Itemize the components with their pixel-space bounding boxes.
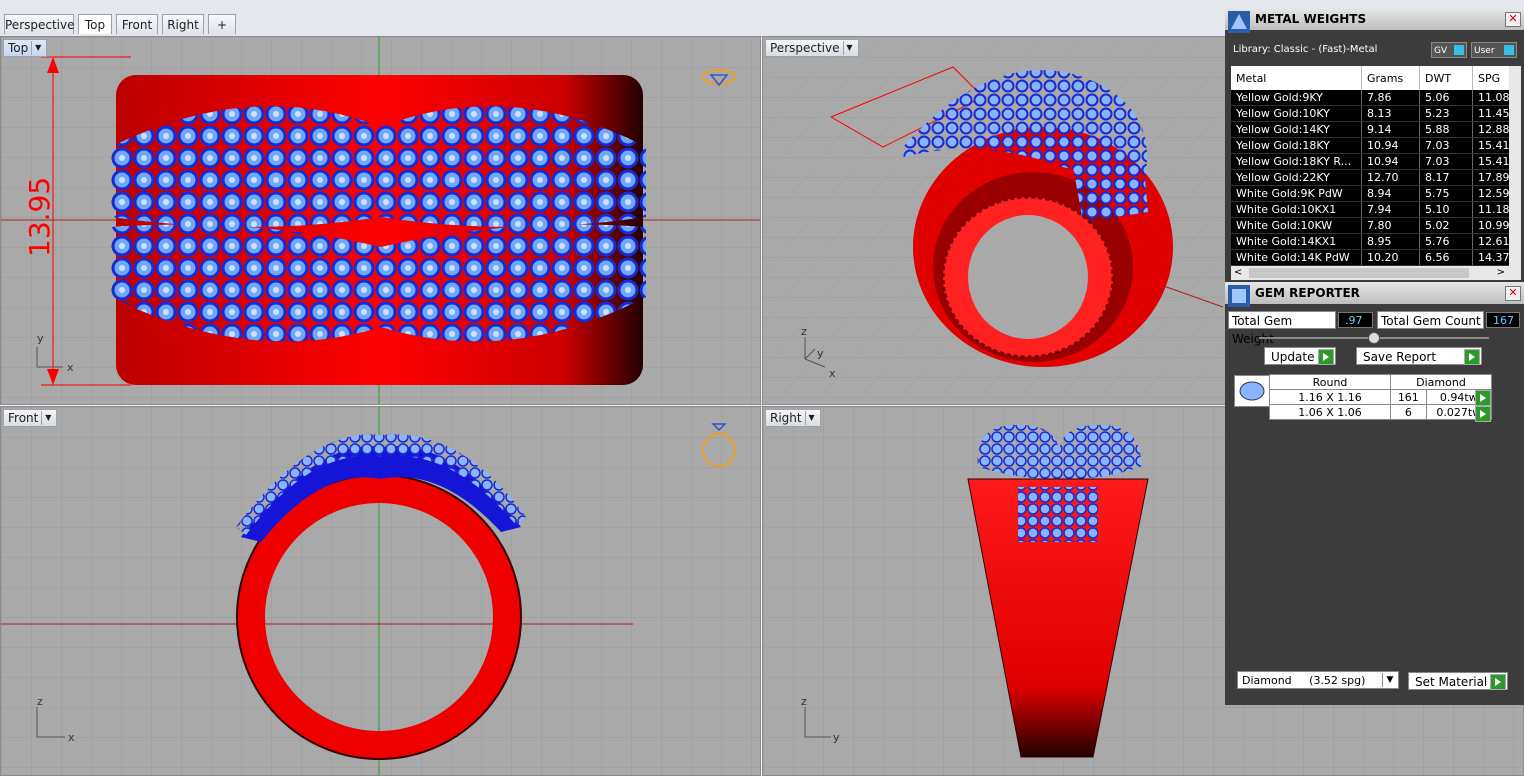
table-row[interactable]: White Gold:14KX1 8.95 5.76 12.61 bbox=[1231, 233, 1519, 250]
viewport-label-right[interactable]: Right ▼ bbox=[765, 409, 821, 427]
gem-material-header: Diamond bbox=[1390, 374, 1492, 390]
gem-reporter-titlebar: GEM REPORTER ✕ bbox=[1225, 282, 1524, 307]
viewport-label-top[interactable]: Top ▼ bbox=[3, 39, 48, 57]
add-viewport-icon[interactable]: + bbox=[208, 14, 236, 34]
metal-weights-titlebar: METAL WEIGHTS ✕ bbox=[1225, 8, 1524, 33]
table-row[interactable]: Yellow Gold:9KY 7.86 5.06 11.08 bbox=[1231, 90, 1519, 106]
dimension-label: 13.95 bbox=[23, 177, 56, 257]
table-row[interactable]: Yellow Gold:14KY 9.14 5.88 12.88 bbox=[1231, 121, 1519, 138]
svg-text:y: y bbox=[833, 731, 840, 744]
svg-text:y: y bbox=[817, 347, 824, 360]
total-gem-count-value: 167 bbox=[1486, 312, 1520, 328]
gem-table: Round Diamond 1.16 X 1.16 161 0.94tw 1.06 X… bbox=[1269, 374, 1493, 420]
play-icon bbox=[1464, 349, 1480, 365]
table-row[interactable]: Yellow Gold:22KY 12.70 8.17 17.89 bbox=[1231, 169, 1519, 186]
gem-shape-header: Round bbox=[1269, 374, 1391, 390]
close-icon[interactable]: ✕ bbox=[1505, 286, 1521, 301]
table-row[interactable]: 1.16 X 1.16 161 0.94tw bbox=[1269, 389, 1493, 405]
svg-text:x: x bbox=[67, 361, 74, 374]
horizontal-scrollbar[interactable]: < > bbox=[1231, 266, 1521, 280]
gem-row-1-play-icon[interactable] bbox=[1475, 390, 1491, 406]
vertical-scrollbar[interactable] bbox=[1509, 66, 1521, 266]
material-select[interactable]: Diamond (3.52 spg) ▼ bbox=[1237, 671, 1399, 689]
chevron-down-icon[interactable]: ▼ bbox=[41, 411, 54, 425]
svg-text:y: y bbox=[37, 332, 44, 345]
total-gem-count-label: Total Gem Count bbox=[1377, 311, 1484, 329]
metal-weights-panel: METAL WEIGHTS ✕ Library: Classic - (Fast… bbox=[1225, 8, 1524, 282]
svg-text:x: x bbox=[829, 367, 836, 380]
play-icon bbox=[1490, 674, 1506, 690]
svg-text:z: z bbox=[801, 695, 807, 708]
metal-weights-icon bbox=[1228, 11, 1250, 33]
tab-right[interactable]: Right bbox=[162, 14, 204, 34]
update-button[interactable]: Update bbox=[1264, 347, 1336, 365]
gem-shape-thumbnail[interactable] bbox=[1234, 375, 1270, 407]
gem-reporter-icon bbox=[1228, 285, 1250, 307]
set-material-button[interactable]: Set Material bbox=[1408, 672, 1508, 690]
table-row[interactable]: Yellow Gold:18KY 10.94 7.03 15.41 bbox=[1231, 137, 1519, 154]
table-row[interactable]: White Gold:10KX1 7.94 5.10 11.18 bbox=[1231, 201, 1519, 218]
close-icon[interactable]: ✕ bbox=[1505, 12, 1521, 27]
table-row[interactable]: White Gold:9K PdW 8.94 5.75 12.59 bbox=[1231, 185, 1519, 202]
tab-top[interactable]: Top bbox=[78, 14, 112, 34]
table-row[interactable]: White Gold:10KW 7.80 5.02 10.99 bbox=[1231, 217, 1519, 234]
table-row[interactable]: 1.06 X 1.06 6 0.027tw bbox=[1269, 404, 1493, 420]
table-row[interactable]: Yellow Gold:10KY 8.13 5.23 11.45 bbox=[1231, 105, 1519, 122]
chevron-down-icon[interactable]: ▼ bbox=[842, 41, 856, 55]
slider-handle[interactable] bbox=[1368, 332, 1380, 344]
save-report-button[interactable]: Save Report bbox=[1356, 347, 1482, 365]
svg-text:z: z bbox=[37, 695, 43, 708]
top-view-canvas: 13.95 y x bbox=[1, 37, 760, 404]
metal-weights-table: Metal Grams DWT SPG Yellow Gold:9KY 7.86 5… bbox=[1231, 66, 1519, 266]
gem-row-2-play-icon[interactable] bbox=[1475, 406, 1491, 422]
viewport-front[interactable]: z x Front ▼ bbox=[0, 406, 761, 776]
tab-perspective[interactable]: Perspective bbox=[4, 14, 75, 34]
viewport-top[interactable]: 13.95 y x Top ▼ bbox=[0, 36, 761, 405]
scroll-left-icon[interactable]: < bbox=[1234, 266, 1242, 280]
total-gem-weight-value: .97 bbox=[1338, 312, 1373, 328]
library-label: Library: Classic - (Fast)-Metal bbox=[1233, 44, 1378, 55]
table-row[interactable]: White Gold:14K PdW 10.20 6.56 14.37 bbox=[1231, 249, 1519, 266]
gem-reporter-panel: GEM REPORTER ✕ Total Gem Weight .97 Tota… bbox=[1225, 282, 1524, 705]
metal-table-container[interactable]: Metal Grams DWT SPG Yellow Gold:9KY 7.86 5… bbox=[1231, 66, 1521, 280]
chevron-down-icon[interactable]: ▼ bbox=[804, 411, 818, 425]
play-icon bbox=[1318, 349, 1334, 365]
scroll-right-icon[interactable]: > bbox=[1497, 266, 1505, 280]
svg-text:z: z bbox=[801, 325, 807, 338]
column-header-grams[interactable]: Grams bbox=[1361, 66, 1420, 90]
column-header-metal[interactable]: Metal bbox=[1231, 66, 1362, 90]
user-toggle[interactable]: User bbox=[1471, 42, 1517, 58]
total-gem-weight-label: Total Gem Weight bbox=[1228, 311, 1336, 346]
table-header-row: Metal Grams DWT SPG bbox=[1231, 66, 1519, 90]
size-slider[interactable] bbox=[1259, 332, 1489, 344]
table-row[interactable]: Yellow Gold:18KY R... 10.94 7.03 15.41 bbox=[1231, 153, 1519, 170]
gv-toggle[interactable]: GV bbox=[1431, 42, 1467, 58]
column-header-dwt[interactable]: DWT bbox=[1419, 66, 1473, 90]
viewport-label-front[interactable]: Front ▼ bbox=[3, 409, 58, 427]
svg-text:x: x bbox=[68, 731, 75, 744]
viewport-label-perspective[interactable]: Perspective ▼ bbox=[765, 39, 859, 57]
tab-front[interactable]: Front bbox=[116, 14, 158, 34]
chevron-down-icon[interactable]: ▼ bbox=[1382, 673, 1397, 687]
chevron-down-icon[interactable]: ▼ bbox=[31, 41, 44, 55]
front-view-canvas: z x bbox=[1, 407, 760, 775]
